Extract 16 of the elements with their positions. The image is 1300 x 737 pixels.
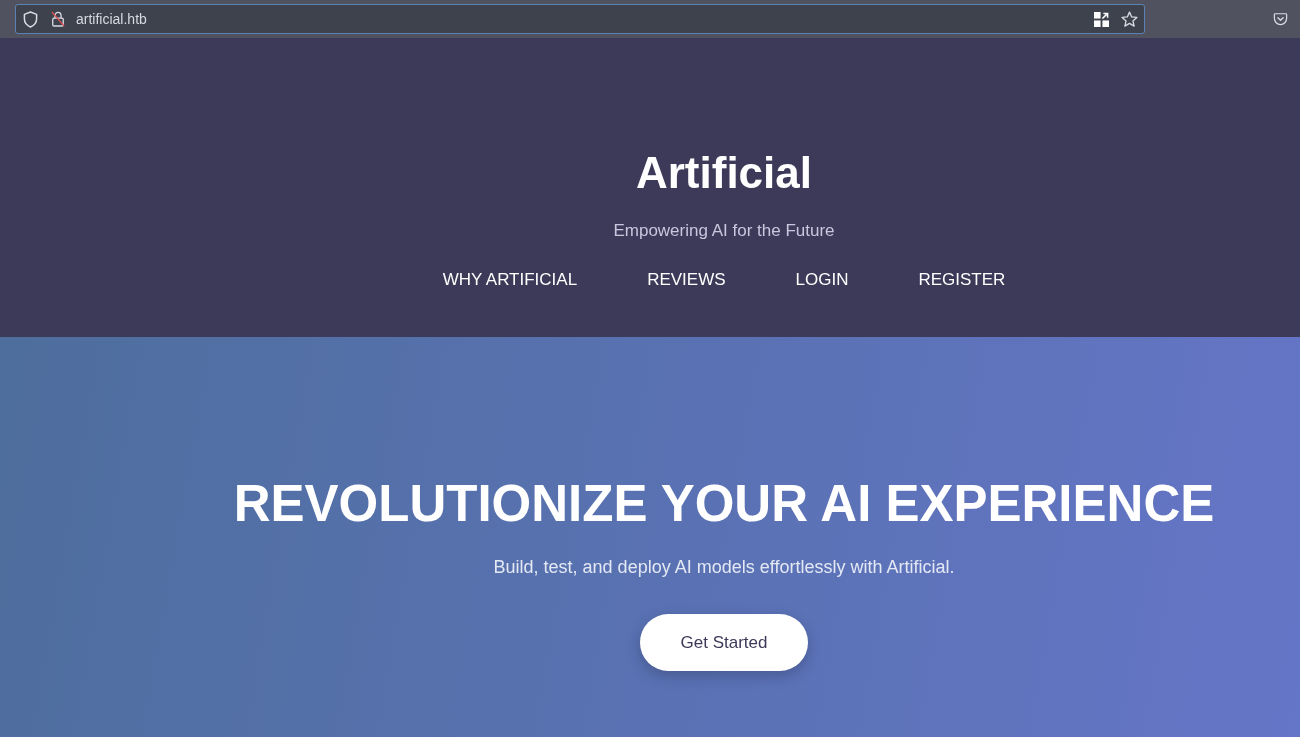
nav-link[interactable]: REVIEWS: [647, 269, 726, 291]
nav-link[interactable]: LOGIN: [795, 269, 849, 291]
site-tagline: Empowering AI for the Future: [613, 220, 835, 242]
shield-icon[interactable]: [23, 10, 38, 28]
nav-link[interactable]: REGISTER: [918, 269, 1006, 291]
address-bar[interactable]: artificial.htb: [15, 4, 1145, 34]
url-text: artificial.htb: [76, 11, 148, 27]
chevron-badge-icon[interactable]: [1273, 12, 1288, 26]
crossed-lock-icon[interactable]: [51, 11, 65, 27]
grid-squares-icon[interactable]: [1094, 11, 1109, 27]
site-title: Artificial: [635, 149, 812, 197]
hero-text: Build, test, and deploy AI models effortlessly with Artificial.: [493, 556, 955, 578]
hero-heading: REVOLUTIONIZE YOUR AI EXPERIENCE: [233, 476, 1215, 532]
get-started-button[interactable]: Get Started: [640, 614, 808, 671]
nav-link[interactable]: WHY ARTIFICIAL: [442, 269, 578, 291]
star-icon[interactable]: [1121, 10, 1138, 28]
